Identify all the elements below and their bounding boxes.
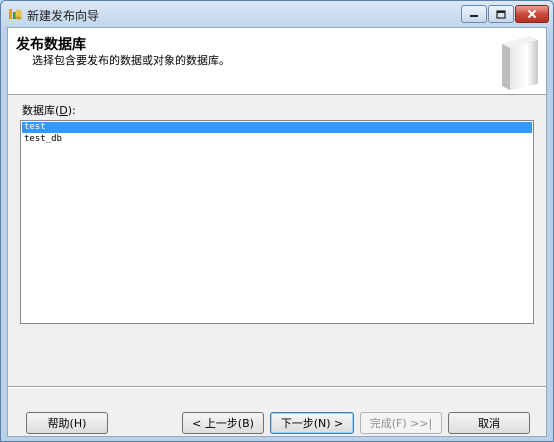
database-graphic-icon [502,36,538,90]
help-button[interactable]: 帮助(H) [26,412,108,434]
page-subtitle: 选择包含要发布的数据或对象的数据库。 [32,54,230,67]
button-separator [8,386,546,388]
title-bar[interactable]: 新建发布向导 [1,1,553,27]
page-title: 发布数据库 [16,37,86,53]
window-title: 新建发布向导 [27,9,100,23]
minimize-icon [470,15,478,17]
list-item-test[interactable]: test [22,122,532,133]
maximize-button[interactable] [488,5,514,23]
database-label-text: 数据库 [22,104,55,117]
app-icon [9,9,22,20]
database-listbox[interactable]: test test_db [20,120,534,324]
back-button[interactable]: < 上一步(B) [182,412,264,434]
next-button[interactable]: 下一步(N) > [270,412,354,434]
list-item-test-db[interactable]: test_db [22,134,532,145]
wizard-client-area: 发布数据库 选择包含要发布的数据或对象的数据库。 数据库(D): test te… [7,27,547,437]
finish-button[interactable]: 完成(F) >>| [360,412,442,434]
cancel-button[interactable]: 取消 [448,412,530,434]
close-icon [527,9,537,19]
database-list-label: 数据库(D): [22,104,76,117]
close-button[interactable] [515,5,549,23]
wizard-window: 新建发布向导 发布数据库 选择包含要发布的数据或对象的数据库。 数据库(D): … [0,0,554,442]
database-label-mnemonic: D [59,104,68,117]
wizard-header: 发布数据库 选择包含要发布的数据或对象的数据库。 [8,28,546,95]
maximize-icon [496,9,506,19]
database-label-suffix: ): [67,104,76,117]
minimize-button[interactable] [461,5,487,23]
